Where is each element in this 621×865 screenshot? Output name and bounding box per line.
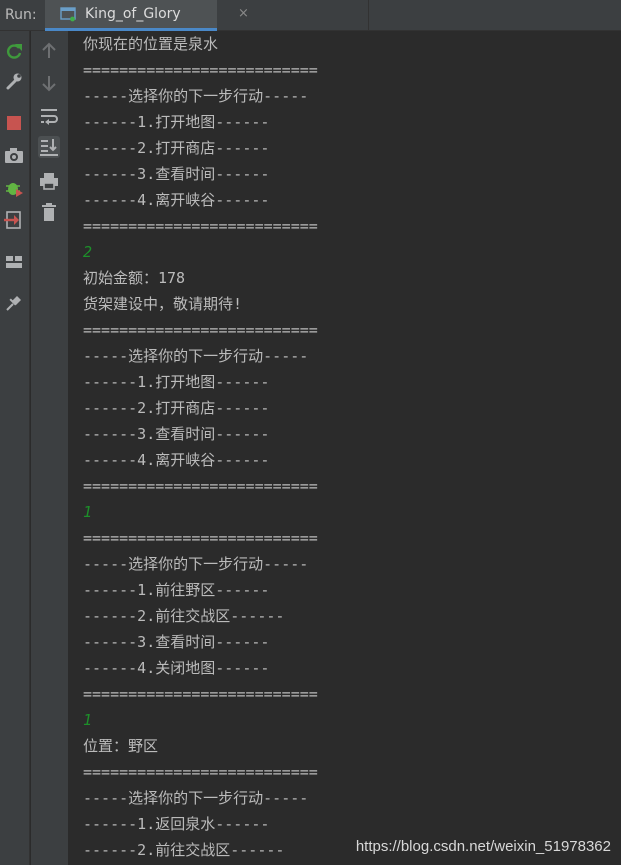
console-line: ------4.离开峡谷------ xyxy=(83,451,270,469)
print-button[interactable] xyxy=(38,170,60,192)
exit-icon xyxy=(3,209,25,231)
stop-button[interactable] xyxy=(3,112,25,134)
tab-title: King_of_Glory xyxy=(85,6,181,22)
console-line: ------3.查看时间------ xyxy=(83,425,270,443)
previous-occurrence-button[interactable] xyxy=(38,40,60,62)
up-arrow-icon xyxy=(38,40,60,62)
soft-wrap-button[interactable] xyxy=(38,105,60,127)
dump-threads-button[interactable] xyxy=(3,145,25,167)
restore-layout-button[interactable] xyxy=(3,251,25,273)
console-line: ========================== xyxy=(83,529,318,547)
console-line: ------1.前往野区------ xyxy=(83,581,270,599)
close-icon[interactable]: × xyxy=(238,7,249,21)
console-line: ------2.打开商店------ xyxy=(83,399,270,417)
console-line: ------2.前往交战区------ xyxy=(83,841,285,859)
console-actions-toolbar xyxy=(31,31,68,865)
camera-icon xyxy=(3,145,25,167)
console-line: 货架建设中，敬请期待! xyxy=(83,295,243,313)
console-line: ========================== xyxy=(83,763,318,781)
tab-bar-divider xyxy=(368,0,369,31)
clear-all-button[interactable] xyxy=(38,201,60,223)
console-line: -----选择你的下一步行动----- xyxy=(83,555,309,573)
console-line: -----选择你的下一步行动----- xyxy=(83,347,309,365)
console-line: ------2.前往交战区------ xyxy=(83,607,285,625)
console-user-input: 1 xyxy=(83,711,93,729)
console-line: ========================== xyxy=(83,217,318,235)
pin-tab-button[interactable] xyxy=(3,292,25,314)
console-line: ------3.查看时间------ xyxy=(83,633,270,651)
console-line: 你现在的位置是泉水 xyxy=(83,35,219,53)
console-line: ========================== xyxy=(83,61,318,79)
rerun-icon xyxy=(3,40,25,62)
run-tool-window: Run: King_of_Glory × 你现在的位置是泉水 =========… xyxy=(0,0,621,865)
console-line: ========================== xyxy=(83,685,318,703)
debug-bug-icon xyxy=(3,177,25,199)
console-line: 初始金额：178 xyxy=(83,269,186,287)
console-line: ------1.打开地图------ xyxy=(83,113,270,131)
wrench-icon xyxy=(3,70,25,92)
debug-button[interactable] xyxy=(3,177,25,199)
console-line: ------1.返回泉水------ xyxy=(83,815,270,833)
scroll-to-end-icon xyxy=(38,136,60,158)
run-actions-toolbar xyxy=(0,31,30,865)
watermark: https://blog.csdn.net/weixin_51978362 xyxy=(355,838,611,855)
rerun-button[interactable] xyxy=(3,40,25,62)
run-label: Run: xyxy=(5,7,37,23)
trash-icon xyxy=(38,201,60,223)
run-tab-bar: Run: King_of_Glory × xyxy=(0,0,621,31)
console-line: -----选择你的下一步行动----- xyxy=(83,87,309,105)
scroll-to-end-button[interactable] xyxy=(38,136,60,158)
console-output[interactable]: 你现在的位置是泉水 ========================== -----… xyxy=(68,31,621,865)
console-app-icon xyxy=(60,6,76,22)
pin-icon xyxy=(3,292,25,314)
console-line: ------4.离开峡谷------ xyxy=(83,191,270,209)
next-occurrence-button[interactable] xyxy=(38,72,60,94)
console-line: ========================== xyxy=(83,321,318,339)
console-line: 位置：野区 xyxy=(83,737,159,755)
console-line: ------2.打开商店------ xyxy=(83,139,270,157)
console-line: ========================== xyxy=(83,477,318,495)
soft-wrap-icon xyxy=(38,105,60,127)
settings-button[interactable] xyxy=(3,70,25,92)
down-arrow-icon xyxy=(38,72,60,94)
exit-button[interactable] xyxy=(3,209,25,231)
console-line: ------3.查看时间------ xyxy=(83,165,270,183)
print-icon xyxy=(38,170,60,192)
console-user-input: 1 xyxy=(83,503,93,521)
layout-icon xyxy=(3,251,25,273)
console-line: ------1.打开地图------ xyxy=(83,373,270,391)
tab-king-of-glory[interactable]: King_of_Glory × xyxy=(45,0,249,31)
console-line: ------4.关闭地图------ xyxy=(83,659,270,677)
console-user-input: 2 xyxy=(83,243,93,261)
stop-icon xyxy=(3,112,25,134)
console-line: -----选择你的下一步行动----- xyxy=(83,789,309,807)
